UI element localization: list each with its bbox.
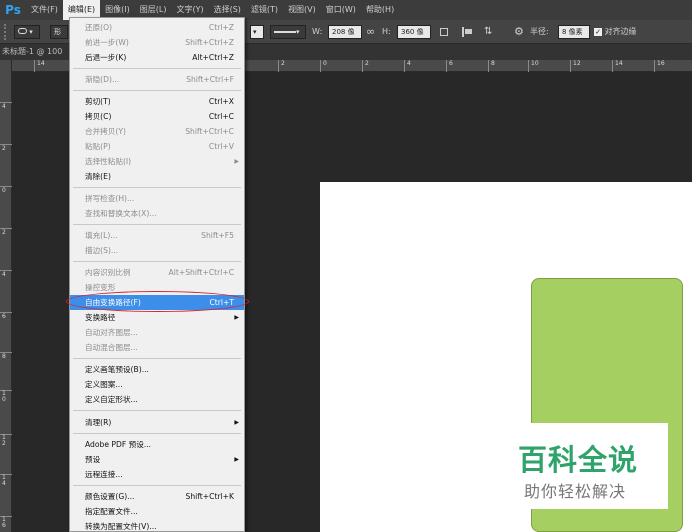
gear-icon[interactable]: ⚙ [514, 20, 524, 44]
ruler-tick: 8 [0, 352, 12, 360]
menu-item-presets[interactable]: 预设 ▶ [70, 452, 244, 467]
ruler-tick: 6 [0, 312, 12, 320]
ruler-tick: 6 [446, 60, 453, 72]
menu-separator [73, 261, 241, 262]
menu-item-remote-connections[interactable]: 远程连接... [70, 467, 244, 482]
watermark-subtitle: 助你轻松解决 [524, 482, 627, 501]
menu-item-fade[interactable]: 渐隐(D)... Shift+Ctrl+F [70, 72, 244, 87]
menu-item-purge[interactable]: 清理(R) ▶ [70, 415, 244, 430]
vertical-ruler: 4 2 0 2 4 6 8 1 0 1 2 1 4 1 6 [0, 60, 12, 532]
ruler-tick: 0 [320, 60, 327, 72]
menu-item-clear[interactable]: 清除(E) [70, 169, 244, 184]
submenu-arrow-icon: ▶ [234, 314, 239, 321]
ruler-tick: 2 [0, 228, 12, 236]
ruler-tick: 2 [278, 60, 285, 72]
checkbox-icon: ✓ [594, 27, 602, 36]
menu-item-stroke[interactable]: 描边(S)... [70, 243, 244, 258]
menu-item-assign-profile[interactable]: 指定配置文件... [70, 504, 244, 519]
menu-item-adobe-pdf-presets[interactable]: Adobe PDF 预设... [70, 437, 244, 452]
ruler-tick: 1 6 [0, 516, 12, 529]
align-edges-label: 对齐边缘 [604, 27, 637, 36]
height-label: H: [382, 27, 391, 36]
menu-item-color-settings[interactable]: 颜色设置(G)... Shift+Ctrl+K [70, 489, 244, 504]
menu-item-copy-merged[interactable]: 合并拷贝(Y) Shift+Ctrl+C [70, 124, 244, 139]
menu-item-fill[interactable]: 填充(L)... Shift+F5 [70, 228, 244, 243]
menu-separator [73, 224, 241, 225]
menu-separator [73, 358, 241, 359]
submenu-arrow-icon: ▶ [234, 456, 239, 463]
menu-view[interactable]: 视图(V) [283, 0, 321, 20]
menu-item-step-forward[interactable]: 前进一步(W) Shift+Ctrl+Z [70, 35, 244, 50]
menu-item-step-backward[interactable]: 后退一步(K) Alt+Ctrl+Z [70, 50, 244, 65]
path-arrangement-icon[interactable]: ⇅ [484, 20, 492, 44]
rounded-rect-icon [18, 28, 27, 34]
menu-item-content-aware-scale[interactable]: 内容识别比例 Alt+Shift+Ctrl+C [70, 265, 244, 280]
menu-separator [73, 68, 241, 69]
width-label: W: [312, 27, 323, 36]
height-field[interactable]: 360 像 [397, 25, 431, 39]
path-alignment-icon[interactable] [462, 20, 472, 44]
ruler-tick: 10 [528, 60, 539, 72]
ruler-tick: 8 [488, 60, 495, 72]
align-edges-checkbox[interactable]: ✓ 对齐边缘 [594, 20, 637, 44]
menu-item-transform-path[interactable]: 变换路径 ▶ [70, 310, 244, 325]
ruler-tick: 12 [570, 60, 581, 72]
shape-mode-select[interactable]: 形 [50, 25, 68, 39]
tool-preset-picker[interactable]: ▾ [14, 25, 40, 39]
menu-item-auto-blend-layers[interactable]: 自动混合图层... [70, 340, 244, 355]
menu-item-define-pattern[interactable]: 定义图案... [70, 377, 244, 392]
stroke-type-select[interactable]: ▾ [250, 25, 264, 39]
menu-item-paste-special[interactable]: 选择性粘贴(I) ▶ [70, 154, 244, 169]
ruler-tick: 4 [0, 102, 12, 110]
radius-label: 半径: [530, 27, 549, 36]
menu-help[interactable]: 帮助(H) [361, 0, 399, 20]
menu-separator [73, 90, 241, 91]
ruler-tick: 14 [34, 60, 45, 72]
radius-field[interactable]: 8 像素 [558, 25, 590, 39]
ruler-tick: 2 [362, 60, 369, 72]
stroke-line-icon [274, 31, 296, 33]
ruler-tick: 1 2 [0, 434, 12, 447]
ruler-tick: 14 [612, 60, 623, 72]
menu-item-find-replace[interactable]: 查找和替换文本(X)... [70, 206, 244, 221]
menu-separator [73, 433, 241, 434]
menu-item-undo[interactable]: 还原(O) Ctrl+Z [70, 20, 244, 35]
annotation-ellipse [66, 291, 249, 312]
menu-separator [73, 410, 241, 411]
menu-item-convert-profile[interactable]: 转换为配置文件(V)... [70, 519, 244, 532]
submenu-arrow-icon: ▶ [234, 419, 239, 426]
ruler-tick: 1 4 [0, 474, 12, 487]
menu-item-check-spelling[interactable]: 拼写检查(H)... [70, 191, 244, 206]
menu-item-paste[interactable]: 粘贴(P) Ctrl+V [70, 139, 244, 154]
menu-file[interactable]: 文件(F) [26, 0, 63, 20]
ruler-tick: 4 [404, 60, 411, 72]
menu-item-auto-align-layers[interactable]: 自动对齐图层... [70, 325, 244, 340]
ruler-tick: 4 [0, 270, 12, 278]
menu-item-define-brush[interactable]: 定义画笔预设(B)... [70, 362, 244, 377]
link-icon[interactable]: ∞ [366, 20, 375, 44]
edit-menu: 还原(O) Ctrl+Z 前进一步(W) Shift+Ctrl+Z 后退一步(K) A… [69, 17, 245, 532]
menu-separator [73, 187, 241, 188]
menu-item-copy[interactable]: 拷贝(C) Ctrl+C [70, 109, 244, 124]
menu-item-cut[interactable]: 剪切(T) Ctrl+X [70, 94, 244, 109]
path-operations-icon[interactable] [440, 20, 448, 44]
menu-window[interactable]: 窗口(W) [321, 0, 361, 20]
width-field[interactable]: 208 像 [328, 25, 362, 39]
options-grip[interactable] [4, 24, 8, 40]
menu-item-define-custom-shape[interactable]: 定义自定形状... [70, 392, 244, 407]
menu-filter[interactable]: 滤镜(T) [246, 0, 283, 20]
ruler-tick: 16 [654, 60, 665, 72]
ruler-tick: 0 [0, 186, 12, 194]
document-tab[interactable]: 未标题-1 @ 100 [2, 46, 62, 57]
watermark-title: 百科全说 [518, 443, 639, 477]
ruler-tick: 1 0 [0, 390, 12, 403]
photoshop-logo: Ps [5, 3, 21, 17]
watermark: 百科全说 助你轻松解决 [510, 423, 668, 509]
submenu-arrow-icon: ▶ [234, 158, 239, 165]
stroke-line-select[interactable]: ▾ [270, 25, 306, 39]
ruler-tick: 2 [0, 144, 12, 152]
menu-separator [73, 485, 241, 486]
